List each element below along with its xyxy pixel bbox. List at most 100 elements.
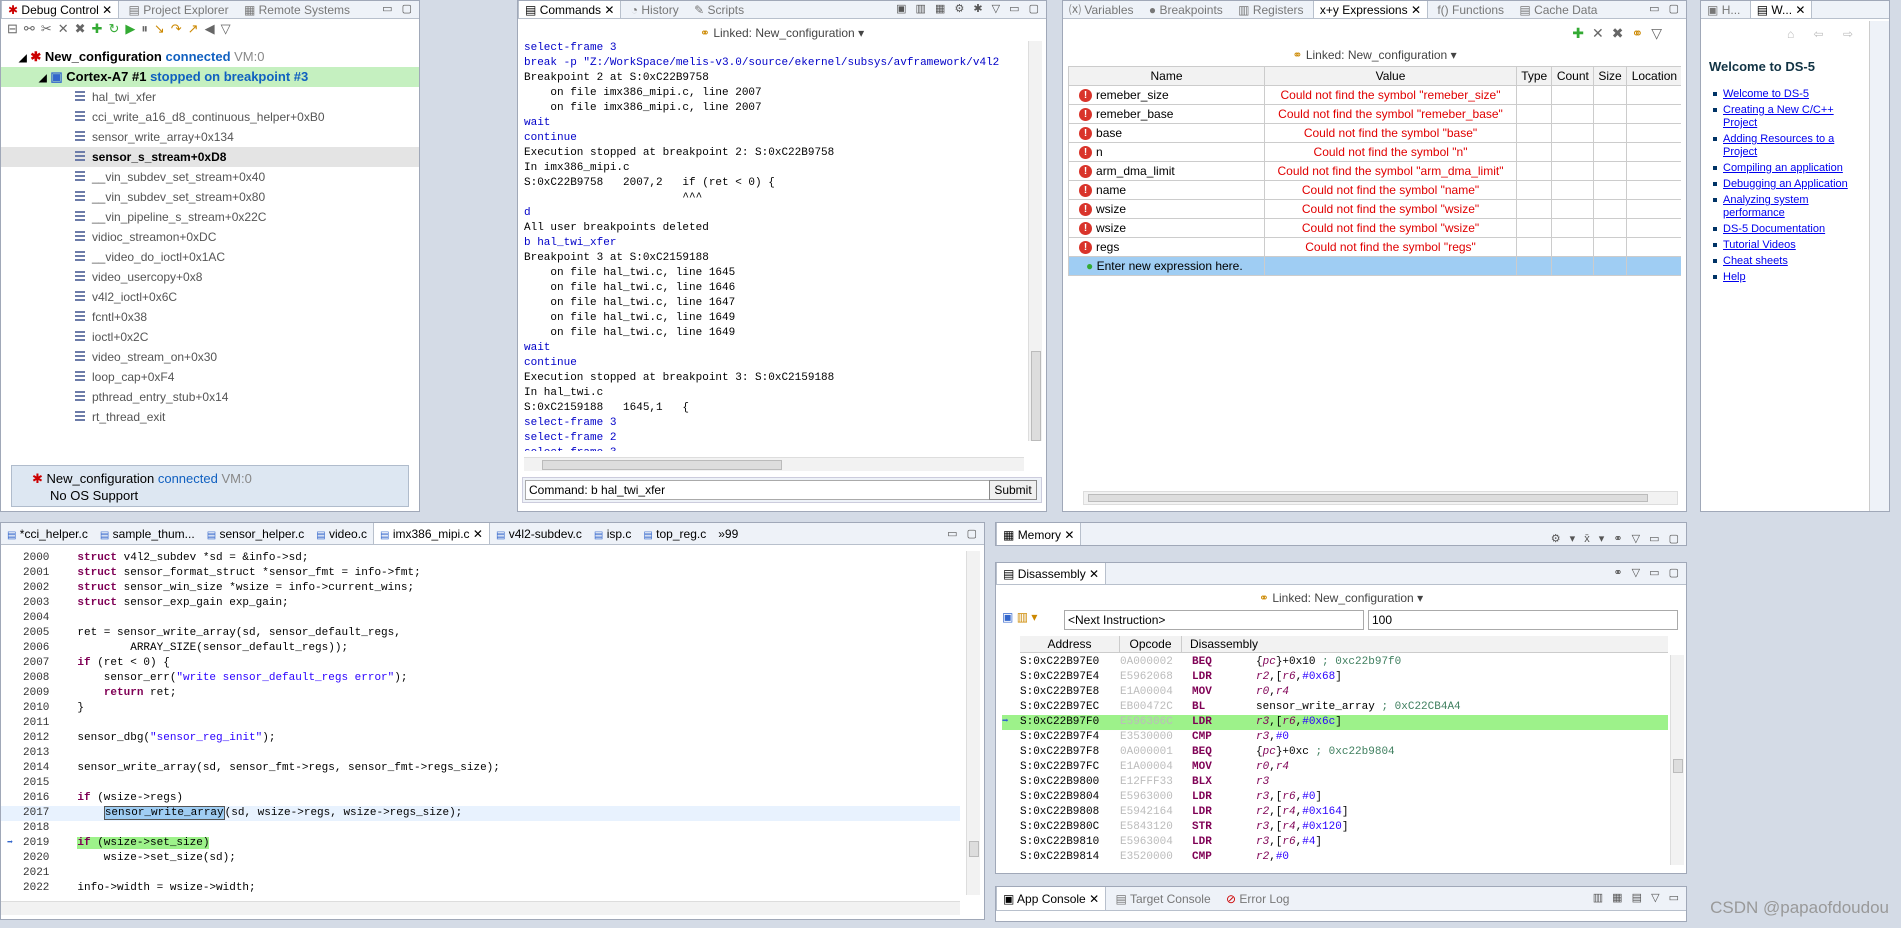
- step-into-icon[interactable]: ↘: [154, 21, 171, 36]
- tab-app-console[interactable]: ▣ App Console ✕: [996, 887, 1107, 910]
- disassembly-row[interactable]: S:0xC22B9804 E5963000 LDR r3,[r6,#0]: [1002, 790, 1668, 805]
- source-line[interactable]: 2000 struct v4l2_subdev *sd = &info->sd;: [1, 551, 960, 566]
- expression-name-cell[interactable]: ! remeber_base: [1068, 104, 1265, 124]
- remove-all-icon[interactable]: ✖: [75, 21, 92, 36]
- source-line[interactable]: 2020 wsize->set_size(sd);: [1, 851, 960, 866]
- expression-row[interactable]: ! remeber_base Could not find the symbol "…: [1068, 104, 1681, 124]
- step-out-icon[interactable]: ↗: [188, 21, 205, 36]
- tab-registers[interactable]: ▥ Registers: [1232, 1, 1309, 18]
- link-icon[interactable]: ⚭: [1631, 25, 1651, 41]
- expression-name-cell[interactable]: ! regs: [1068, 237, 1265, 257]
- editor-hscroll[interactable]: [1, 901, 960, 915]
- stack-frame[interactable]: video_stream_on+0x30: [1, 347, 419, 367]
- submit-button[interactable]: Submit: [989, 480, 1037, 500]
- remove-all-icon[interactable]: ✖: [1612, 25, 1632, 41]
- editor-tab[interactable]: »99: [712, 523, 744, 544]
- editor-vscroll[interactable]: [966, 551, 980, 895]
- tab-remote-systems[interactable]: ▦ Remote Systems: [238, 1, 356, 18]
- source-line[interactable]: 2011: [1, 716, 960, 731]
- source-line[interactable]: 2015: [1, 776, 960, 791]
- source-line[interactable]: 2014 sensor_write_array(sd, sensor_fmt->…: [1, 761, 960, 776]
- source-line[interactable]: 2012 sensor_dbg("sensor_reg_init");: [1, 731, 960, 746]
- disassembly-row[interactable]: S:0xC22B97E0 0A000002 BEQ {pc}+0x10 ; 0xc22…: [1002, 655, 1668, 670]
- stack-frame[interactable]: sensor_s_stream+0xD8: [1, 147, 419, 167]
- menu-icon[interactable]: ▽: [221, 21, 237, 36]
- expand-icon[interactable]: ◢: [19, 53, 27, 64]
- stack-frame[interactable]: vidioc_streamon+0xDC: [1, 227, 419, 247]
- disassembly-row[interactable]: ➡ S:0xC22B97F0 E596306C LDR r3,[r6,#0x6c]: [1002, 715, 1668, 730]
- stack-frame[interactable]: v4l2_ioctl+0x6C: [1, 287, 419, 307]
- thread-row[interactable]: ◢ ▣ Cortex-A7 #1 stopped on breakpoint #…: [1, 67, 419, 87]
- disassembly-row[interactable]: S:0xC22B97E8 E1A00004 MOV r0,r4: [1002, 685, 1668, 700]
- expression-name-cell[interactable]: ! remeber_size: [1068, 85, 1265, 105]
- stack-frame[interactable]: __video_do_ioctl+0x1AC: [1, 247, 419, 267]
- source-line[interactable]: 2003 struct sensor_exp_gain exp_gain;: [1, 596, 960, 611]
- editor-tab[interactable]: ▤ *cci_helper.c: [1, 523, 94, 544]
- col-count[interactable]: Count: [1551, 66, 1595, 86]
- tab-expressions[interactable]: x+y Expressions ✕: [1312, 1, 1428, 18]
- remove-icon[interactable]: ✕: [58, 21, 75, 36]
- help-link[interactable]: Creating a New C/C++ Project: [1723, 104, 1859, 130]
- stack-frame[interactable]: __vin_subdev_set_stream+0x40: [1, 167, 419, 187]
- tab-debug-control[interactable]: ✱ Debug Control ✕: [1, 1, 120, 18]
- help-link[interactable]: Adding Resources to a Project: [1723, 133, 1859, 159]
- commands-linked[interactable]: ⚭ Linked: New_configuration ▾: [518, 26, 1046, 40]
- source-line[interactable]: 2002 struct sensor_win_size *wsize = inf…: [1, 581, 960, 596]
- editor-tab[interactable]: ▤ sample_thum...: [94, 523, 201, 544]
- source-line[interactable]: 2006 ARRAY_SIZE(sensor_default_regs));: [1, 641, 960, 656]
- tab-project-explorer[interactable]: ▤ Project Explorer: [123, 1, 235, 18]
- run-icon[interactable]: ▶: [125, 21, 141, 36]
- command-input[interactable]: b hal_twi_xfer: [591, 483, 665, 497]
- source-line[interactable]: 2022 info->width = wsize->width;: [1, 881, 960, 896]
- col-address[interactable]: Address: [1020, 636, 1120, 653]
- stack-frame[interactable]: ioctl+0x2C: [1, 327, 419, 347]
- commands-toolbar-icons[interactable]: ▣ ▥ ▦ ⚙ ✱ ▽ ▭ ▢: [896, 2, 1042, 15]
- expression-row[interactable]: ! remeber_size Could not find the symbol "…: [1068, 85, 1681, 105]
- stack-frame[interactable]: __vin_subdev_set_stream+0x80: [1, 187, 419, 207]
- stack-frame[interactable]: video_usercopy+0x8: [1, 267, 419, 287]
- col-location[interactable]: Location: [1625, 66, 1681, 86]
- tab-functions[interactable]: f() Functions: [1431, 1, 1510, 18]
- help-link[interactable]: Compiling an application: [1723, 162, 1859, 175]
- expand-icon[interactable]: ◢: [39, 73, 47, 84]
- expression-name-cell[interactable]: ! n: [1068, 142, 1265, 162]
- disassembly-row[interactable]: S:0xC22B97F8 0A000001 BEQ {pc}+0xc ; 0xc22b…: [1002, 745, 1668, 760]
- source-line[interactable]: 2004: [1, 611, 960, 626]
- tab-help[interactable]: ▣ H...: [1701, 1, 1746, 18]
- tab-memory[interactable]: ▦ Memory ✕: [996, 523, 1082, 545]
- disconnect-icon[interactable]: ✂: [41, 21, 58, 36]
- stack-frame[interactable]: pthread_entry_stub+0x14: [1, 387, 419, 407]
- disassembly-row[interactable]: S:0xC22B9800 E12FFF33 BLX r3: [1002, 775, 1668, 790]
- expression-name-cell[interactable]: ! name: [1068, 180, 1265, 200]
- next-instruction-input[interactable]: <Next Instruction>: [1064, 610, 1364, 630]
- tab-welcome[interactable]: ▤ W... ✕: [1749, 1, 1813, 18]
- new-expression-row[interactable]: ● Enter new expression here.: [1068, 256, 1681, 276]
- expression-row[interactable]: ! name Could not find the symbol "name": [1068, 180, 1681, 200]
- help-link[interactable]: Tutorial Videos: [1723, 239, 1859, 252]
- pause-icon[interactable]: ⏸: [141, 21, 154, 36]
- new-expression-input[interactable]: Enter new expression here.: [1097, 259, 1243, 273]
- expression-row[interactable]: ! base Could not find the symbol "base": [1068, 123, 1681, 143]
- source-line[interactable]: 2016 if (wsize->regs): [1, 791, 960, 806]
- stack-frame[interactable]: loop_cap+0xF4: [1, 367, 419, 387]
- tab-breakpoints[interactable]: ● Breakpoints: [1143, 1, 1229, 18]
- help-nav-icons[interactable]: ⌂ ⇦ ⇨: [1787, 27, 1861, 41]
- col-name[interactable]: Name: [1068, 66, 1265, 86]
- col-size[interactable]: Size: [1593, 66, 1627, 86]
- expression-name-cell[interactable]: ! base: [1068, 123, 1265, 143]
- connect-icon[interactable]: ⚯: [24, 21, 41, 36]
- disassembly-row[interactable]: S:0xC22B9808 E5942164 LDR r2,[r4,#0x164]: [1002, 805, 1668, 820]
- stack-frame[interactable]: fcntl+0x38: [1, 307, 419, 327]
- source-line[interactable]: 2001 struct sensor_format_struct *sensor…: [1, 566, 960, 581]
- stack-frame[interactable]: hal_twi_xfer: [1, 87, 419, 107]
- tab-history[interactable]: ◔ History: [625, 1, 685, 18]
- col-disassembly[interactable]: Disassembly: [1182, 636, 1258, 653]
- disassembly-row[interactable]: S:0xC22B97EC EB00472C BL sensor_write_array…: [1002, 700, 1668, 715]
- expression-row[interactable]: ! arm_dma_limit Could not find the symbol …: [1068, 161, 1681, 181]
- editor-tab[interactable]: ▤ isp.c: [588, 523, 637, 544]
- expression-name-cell[interactable]: ! wsize: [1068, 218, 1265, 238]
- commands-hscroll[interactable]: [524, 457, 1024, 471]
- editor-tab[interactable]: ▤ imx386_mipi.c ✕: [373, 523, 490, 544]
- col-value[interactable]: Value: [1264, 66, 1517, 86]
- source-line[interactable]: 2017 sensor_write_array(sd, wsize->regs,…: [1, 806, 960, 821]
